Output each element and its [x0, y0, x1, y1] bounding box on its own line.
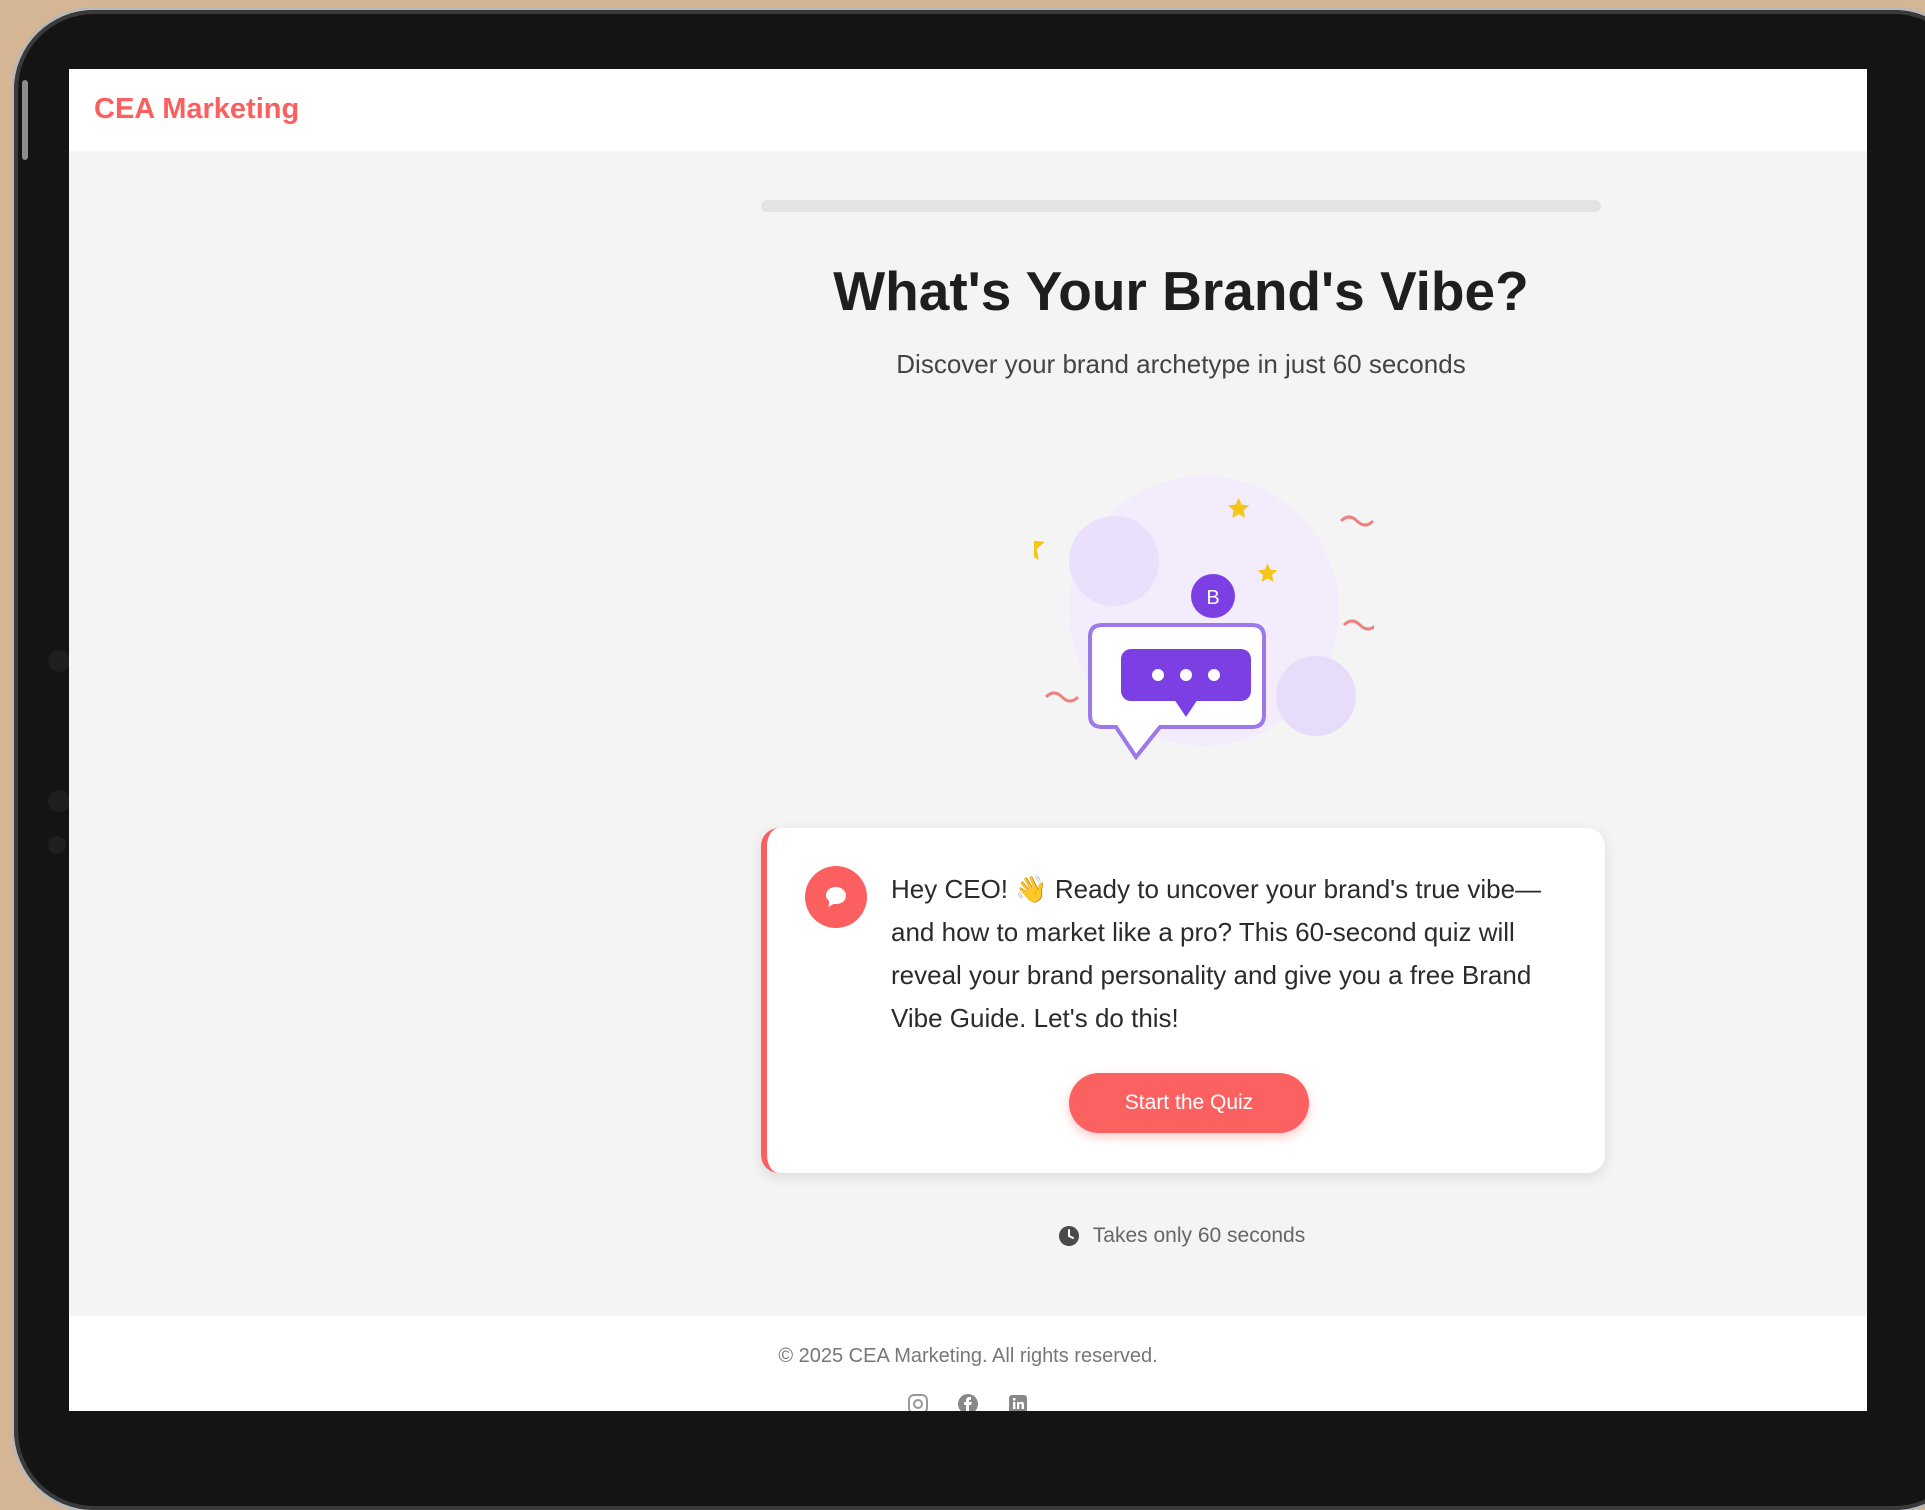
- quiz-progress-bar: [761, 200, 1601, 212]
- illustration-badge: B: [1206, 587, 1219, 609]
- linkedin-icon[interactable]: [1006, 1392, 1030, 1411]
- social-links: [69, 1392, 1867, 1411]
- duration-note: Takes only 60 seconds: [661, 1224, 1701, 1248]
- brand-logo-link[interactable]: CEA Marketing: [94, 93, 299, 126]
- camera-dot: [48, 650, 70, 672]
- chat-bubble-illustration: B: [1034, 476, 1374, 761]
- page-title: What's Your Brand's Vibe?: [833, 260, 1529, 322]
- camera-dot: [48, 790, 70, 812]
- copyright-text: © 2025 CEA Marketing. All rights reserve…: [778, 1345, 1158, 1367]
- clock-icon: [1058, 1226, 1079, 1246]
- facebook-icon[interactable]: [956, 1392, 980, 1411]
- intro-message-card: Hey CEO! 👋 Ready to uncover your brand's…: [761, 828, 1605, 1173]
- browser-screen: CEA Marketing What's Your Brand's Vibe? …: [69, 69, 1867, 1411]
- intro-message: Hey CEO! 👋 Ready to uncover your brand's…: [891, 874, 1542, 1033]
- site-footer: © 2025 CEA Marketing. All rights reserve…: [69, 1316, 1867, 1411]
- duration-text: Takes only 60 seconds: [1092, 1224, 1306, 1247]
- chat-icon: [805, 866, 867, 928]
- sensor-dot: [48, 836, 66, 854]
- site-header: CEA Marketing: [69, 69, 1867, 151]
- volume-button: [22, 80, 28, 160]
- instagram-icon[interactable]: [906, 1392, 930, 1411]
- page-subtitle: Discover your brand archetype in just 60…: [896, 349, 1466, 379]
- start-quiz-button[interactable]: Start the Quiz: [1069, 1073, 1309, 1133]
